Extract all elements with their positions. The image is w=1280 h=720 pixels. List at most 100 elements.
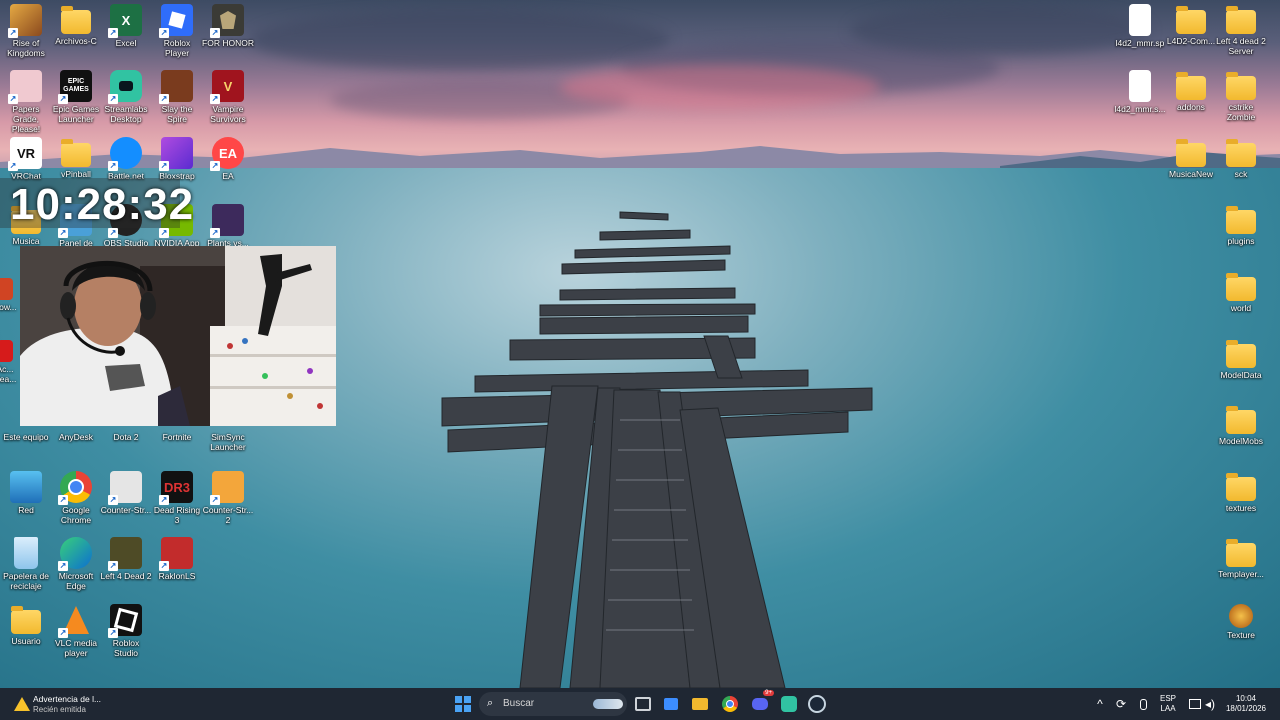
task-view-button[interactable] xyxy=(631,692,655,716)
desktop-icon-world[interactable]: world xyxy=(1215,271,1267,313)
webcam-scene xyxy=(20,246,336,426)
desktop-icon-este-equipo[interactable]: Este equipo xyxy=(0,432,52,442)
vrchat-icon: VR xyxy=(8,137,42,171)
start-button[interactable] xyxy=(451,692,475,716)
desktop-icon-google-chrome[interactable]: Google Chrome xyxy=(50,471,102,525)
acrobat-icon xyxy=(0,340,13,362)
desktop-icon-l4d2-mmr-s2[interactable]: l4d2_mmr.s... xyxy=(1114,70,1166,114)
file-explorer-icon[interactable] xyxy=(688,692,712,716)
chrome-taskbar-icon[interactable] xyxy=(718,692,742,716)
desktop-icon-cstrike-zombie[interactable]: cstrike Zombie xyxy=(1215,70,1267,122)
icon-label: world xyxy=(1230,303,1252,313)
desktop-icon-left-4-dead-2-server[interactable]: Left 4 dead 2 Server xyxy=(1215,4,1267,56)
icon-label: Vampire Survivors xyxy=(210,104,246,124)
document-icon xyxy=(1129,4,1151,36)
desktop-icon-archivos-c[interactable]: Archivos-C xyxy=(50,4,102,46)
desktop-icon-vampire-survivors[interactable]: V Vampire Survivors xyxy=(202,70,254,124)
desktop-icon-powerpoint[interactable]: Pow... xyxy=(0,278,18,312)
language-layout: LAA xyxy=(1160,704,1176,713)
edge-icon xyxy=(58,537,92,571)
desktop-icon-counter-strike-2[interactable]: Counter-Str... 2 xyxy=(202,471,254,525)
icon-label: Counter-Str... 2 xyxy=(202,505,254,525)
desktop-icon-addons[interactable]: addons xyxy=(1165,70,1217,112)
bloxstrap-icon xyxy=(159,137,193,171)
desktop-icon-musicanew[interactable]: MusicaNew xyxy=(1165,137,1217,179)
desktop-icon-rise-of-kingdoms[interactable]: Rise of Kingdoms xyxy=(0,4,52,58)
desktop-icon-textures[interactable]: textures xyxy=(1215,471,1267,513)
desktop-icon-fortnite[interactable]: Fortnite xyxy=(151,432,203,442)
icon-label: cstrike Zombie xyxy=(1226,102,1256,122)
sync-icon[interactable]: ⟳ xyxy=(1109,692,1133,716)
desktop-icon-dota-2[interactable]: Dota 2 xyxy=(100,432,152,442)
icon-label: Left 4 Dead 2 xyxy=(100,571,152,581)
desktop-icon-vrchat[interactable]: VR VRChat xyxy=(0,137,52,181)
desktop-icon-l4d2-mmr-sp[interactable]: l4d2_mmr.sp xyxy=(1114,4,1166,48)
desktop-icon-modeldata[interactable]: ModelData xyxy=(1215,338,1267,380)
input-language[interactable]: ESP LAA xyxy=(1154,694,1182,714)
desktop-icon-dead-rising-3[interactable]: DR3 Dead Rising 3 xyxy=(151,471,203,525)
icon-label: Streamlabs Desktop xyxy=(104,104,148,124)
volume-icon[interactable]: ◂) xyxy=(1198,692,1222,716)
icon-label: textures xyxy=(1225,503,1257,513)
desktop-icon-papers-grade[interactable]: Papers Grade, Please! xyxy=(0,70,52,134)
folder-icon xyxy=(1226,340,1256,368)
desktop-icon-plants-vs[interactable]: Plants vs... xyxy=(202,204,254,248)
icon-label: plugins xyxy=(1227,236,1255,246)
desktop-icon-anydesk[interactable]: AnyDesk xyxy=(50,432,102,442)
desktop-icon-for-honor[interactable]: FOR HONOR xyxy=(202,4,254,48)
desktop-icon-excel[interactable]: X Excel xyxy=(100,4,152,48)
microsoft-store-icon[interactable] xyxy=(659,692,683,716)
system-clock[interactable]: 10:04 18/01/2026 xyxy=(1222,694,1270,714)
desktop-icon-papelera[interactable]: Papelera de reciclaje xyxy=(0,537,52,591)
desktop-icon-plugins[interactable]: plugins xyxy=(1215,204,1267,246)
taskbar-search[interactable]: ⌕ Buscar xyxy=(479,692,627,716)
desktop-icon-slay-the-spire[interactable]: Slay the Spire xyxy=(151,70,203,124)
icon-label: Excel xyxy=(115,38,137,48)
folder-icon xyxy=(1226,72,1256,100)
icon-label: Dead Rising 3 xyxy=(153,505,201,525)
desktop-icon-simsync[interactable]: SimSync Launcher xyxy=(202,432,254,452)
notification-title[interactable]: Advertencia de l... xyxy=(33,694,101,704)
steam-icon[interactable] xyxy=(805,692,829,716)
icon-label: Este equipo xyxy=(3,432,49,442)
desktop-icon-usuario[interactable]: Usuario xyxy=(0,604,52,646)
desktop-icon-modelmobs[interactable]: ModelMobs xyxy=(1215,404,1267,446)
desktop-icon-vpinball[interactable]: vPinball xyxy=(50,137,102,179)
desktop-icon-texture[interactable]: Texture xyxy=(1215,604,1267,640)
ea-icon: EA xyxy=(210,137,244,171)
desktop-icon-roblox-player[interactable]: Roblox Player xyxy=(151,4,203,58)
icon-label: Slay the Spire xyxy=(161,104,193,124)
icon-label: Ac... Rea... xyxy=(0,364,17,384)
desktop-icon-epic-games[interactable]: EPIC GAMES Epic Games Launcher xyxy=(50,70,102,124)
desktop-icon-templayer[interactable]: Templayer... xyxy=(1215,537,1267,579)
icon-label: Red xyxy=(18,505,34,515)
folder-icon xyxy=(61,6,91,34)
desktop-icon-raklonls[interactable]: RaklonLS xyxy=(151,537,203,581)
notification-subtitle: Recién emitida xyxy=(33,705,86,714)
desktop-icon-bloxstrap[interactable]: Bloxstrap xyxy=(151,137,203,181)
desktop-icon-vlc[interactable]: VLC media player xyxy=(50,604,102,658)
warning-icon[interactable] xyxy=(10,692,34,716)
desktop-icon-roblox-studio[interactable]: Roblox Studio xyxy=(100,604,152,658)
taskbar: ⌕ Buscar 9+ ^ ⟳ ESP LAA ◂) 10:04 18/01/2… xyxy=(0,688,1280,720)
icon-label: FOR HONOR xyxy=(202,38,254,48)
folder-icon xyxy=(1226,406,1256,434)
desktop-icon-counter-strike[interactable]: Counter-Str... xyxy=(100,471,152,515)
desktop-icon-ea[interactable]: EA EA xyxy=(202,137,254,181)
desktop-icon-microsoft-edge[interactable]: Microsoft Edge xyxy=(50,537,102,591)
desktop-icon-battlenet[interactable]: Battle.net xyxy=(100,137,152,181)
desktop-icon-red[interactable]: Red xyxy=(0,471,52,515)
for-honor-icon xyxy=(210,4,244,38)
icon-label: VLC media player xyxy=(54,638,98,658)
discord-icon[interactable]: 9+ xyxy=(748,690,774,716)
desktop-icon-acrobat-reader[interactable]: Ac... Rea... xyxy=(0,340,18,384)
epic-games-icon: EPIC GAMES xyxy=(58,70,92,104)
document-icon xyxy=(1129,70,1151,102)
roblox-studio-icon xyxy=(108,604,142,638)
desktop-icon-left-4-dead-2[interactable]: Left 4 Dead 2 xyxy=(100,537,152,581)
desktop-icon-sck[interactable]: sck xyxy=(1215,137,1267,179)
desktop-icon-streamlabs[interactable]: Streamlabs Desktop xyxy=(100,70,152,124)
desktop-icon-l4d2-com[interactable]: L4D2-Com... xyxy=(1165,4,1217,46)
microphone-icon[interactable] xyxy=(1131,692,1155,716)
streamlabs-taskbar-icon[interactable] xyxy=(777,692,801,716)
